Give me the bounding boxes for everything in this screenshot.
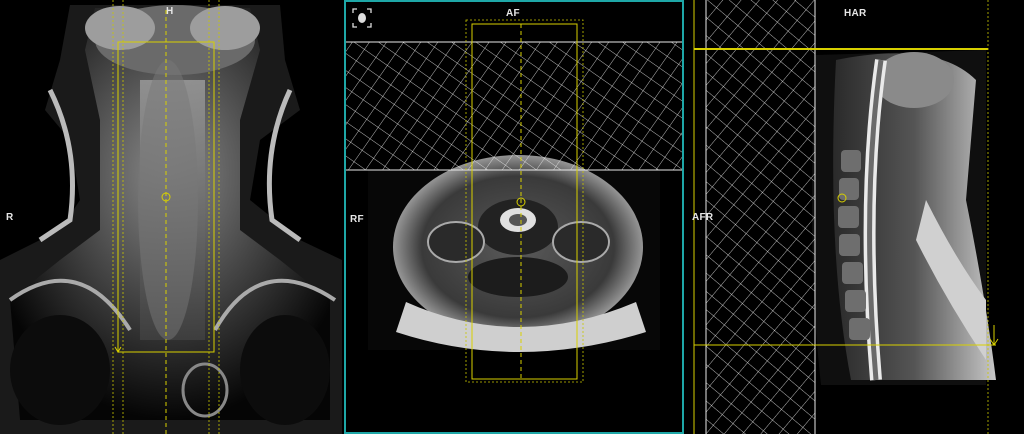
coronal-top-orientation: H — [166, 6, 174, 17]
axial-top-orientation: AF — [506, 8, 520, 19]
sagittal-top-orientation: HAR — [844, 8, 867, 19]
axial-left-orientation: RF — [350, 214, 364, 225]
axial-saturation-band[interactable] — [346, 42, 682, 170]
viewport-sagittal[interactable]: HAR AFR — [686, 0, 1024, 434]
sagittal-left-orientation: AFR — [692, 212, 714, 223]
sagittal-image — [693, 0, 999, 434]
expand-icon[interactable] — [352, 8, 372, 28]
viewport-coronal[interactable]: H R — [0, 0, 342, 434]
viewport-axial[interactable]: AF RF — [344, 0, 684, 434]
sagittal-saturation-band[interactable] — [706, 0, 815, 434]
axial-image — [346, 8, 682, 383]
coronal-image — [0, 0, 342, 434]
coronal-left-orientation: R — [6, 212, 14, 223]
